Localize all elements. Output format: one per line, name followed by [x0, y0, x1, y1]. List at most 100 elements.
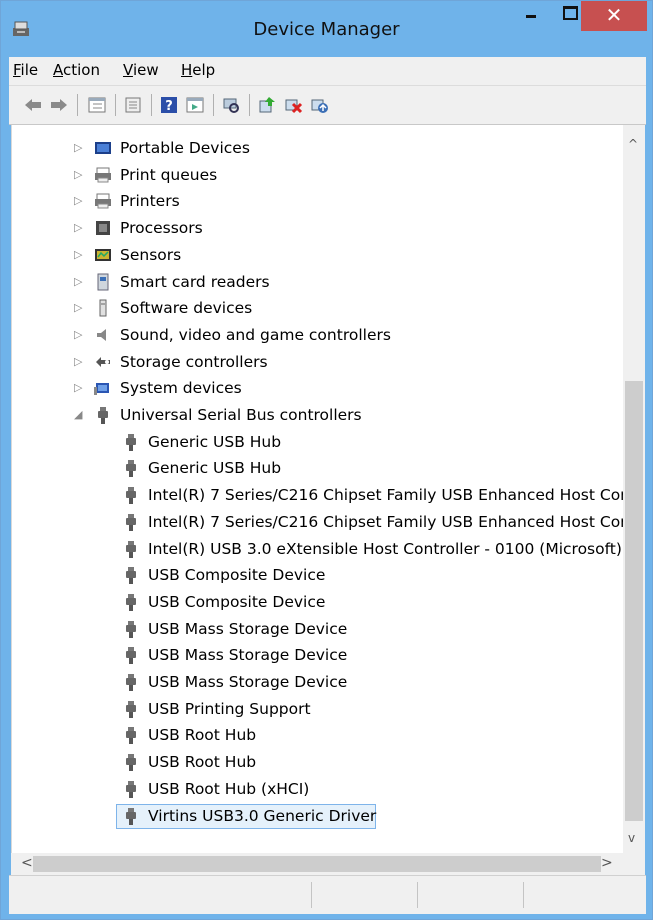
status-separator: [417, 882, 418, 908]
tree-category-item[interactable]: ▷ Printers: [12, 188, 624, 214]
tree-device-item[interactable]: USB Composite Device: [12, 562, 624, 588]
printer-icon: [95, 167, 111, 183]
show-hidden-icon[interactable]: [185, 96, 205, 114]
tree-category-item[interactable]: ▷ Smart card readers: [12, 269, 624, 295]
update-driver-icon[interactable]: [257, 96, 277, 114]
tree-device-item[interactable]: USB Root Hub: [12, 722, 624, 748]
scroll-up-arrow[interactable]: ^: [628, 137, 638, 151]
tree-item-label: USB Mass Storage Device: [148, 619, 348, 638]
tree-category-item[interactable]: ▷ Print queues: [12, 162, 624, 188]
back-icon[interactable]: [23, 96, 43, 114]
tree-item-label: Generic USB Hub: [148, 459, 282, 478]
collapse-arrow-icon[interactable]: ◢: [74, 402, 86, 428]
tree-item-label: Generic USB Hub: [148, 432, 282, 451]
expand-arrow-icon[interactable]: ▷: [74, 215, 86, 241]
usb-icon: [126, 487, 136, 505]
expand-arrow-icon[interactable]: ▷: [74, 242, 86, 268]
tree-item-label: Printers: [120, 192, 180, 211]
tree-item-label: USB Root Hub (xHCI): [148, 779, 310, 798]
expand-arrow-icon[interactable]: ▷: [74, 188, 86, 214]
scan-hardware-icon[interactable]: [221, 96, 241, 114]
smart-card-icon: [97, 273, 109, 290]
status-separator: [311, 882, 312, 908]
tree-category-item[interactable]: ▷ System devices: [12, 375, 624, 401]
vertical-scroll-thumb[interactable]: [625, 381, 643, 821]
tree-device-item[interactable]: Generic USB Hub: [12, 455, 624, 481]
help-icon[interactable]: ?: [159, 96, 179, 114]
usb-icon: [126, 540, 136, 558]
portable-devices-icon: [95, 142, 111, 154]
tree-device-item[interactable]: USB Printing Support: [12, 696, 624, 722]
tree-item-label: Portable Devices: [120, 139, 250, 157]
expand-arrow-icon[interactable]: ▷: [74, 349, 86, 375]
tree-item-label: Smart card readers: [120, 272, 270, 291]
tree-category-item[interactable]: ▷ Storage controllers: [12, 349, 624, 375]
horizontal-scrollbar[interactable]: < >: [11, 853, 623, 875]
toolbar-separator: [151, 94, 152, 116]
storage-controller-icon: [96, 356, 110, 367]
close-icon: ✕: [605, 3, 623, 27]
device-tree[interactable]: ▷ Portable Devices ▷ Print queues ▷ Printers ▷…: [11, 125, 624, 853]
title-bar[interactable]: Device Manager ✕: [1, 1, 652, 57]
tree-category-item[interactable]: ▷ Portable Devices: [12, 135, 624, 161]
menu-view[interactable]: View: [123, 61, 159, 79]
uninstall-icon[interactable]: [283, 96, 303, 114]
properties-grid-icon[interactable]: [87, 96, 107, 114]
tree-category-item[interactable]: ▷ Software devices: [12, 295, 624, 321]
tree-category-item[interactable]: ◢ Universal Serial Bus controllers: [12, 402, 624, 428]
horizontal-scroll-thumb[interactable]: [33, 856, 601, 872]
tree-device-item[interactable]: USB Composite Device: [12, 589, 624, 615]
expand-arrow-icon[interactable]: ▷: [74, 375, 86, 401]
tree-category-item[interactable]: ▷ Sound, video and game controllers: [12, 322, 624, 348]
tree-category-item[interactable]: ▷ Sensors: [12, 242, 624, 268]
tree-device-item[interactable]: Intel(R) USB 3.0 eXtensible Host Control…: [12, 536, 624, 562]
expand-arrow-icon[interactable]: ▷: [74, 295, 86, 321]
usb-icon: [126, 754, 136, 772]
tree-item-label: USB Root Hub: [148, 753, 257, 772]
scroll-right-arrow[interactable]: >: [601, 855, 613, 871]
enable-device-icon[interactable]: [309, 96, 329, 114]
usb-icon: [126, 460, 136, 478]
usb-icon: [126, 620, 136, 638]
menu-action[interactable]: Action: [53, 61, 100, 79]
expand-arrow-icon[interactable]: ▷: [74, 135, 86, 161]
usb-icon: [126, 647, 136, 665]
usb-icon: [126, 674, 136, 691]
tree-device-item[interactable]: Virtins USB3.0 Generic Driver: [12, 803, 624, 829]
expand-arrow-icon[interactable]: ▷: [74, 269, 86, 295]
tree-device-item[interactable]: USB Root Hub (xHCI): [12, 776, 624, 802]
expand-arrow-icon[interactable]: ▷: [74, 322, 86, 348]
toolbar-separator: [213, 94, 214, 116]
minimize-button[interactable]: [514, 1, 548, 31]
close-button[interactable]: ✕: [581, 1, 647, 31]
tree-device-item[interactable]: USB Root Hub: [12, 749, 624, 775]
tree-item-label: USB Mass Storage Device: [148, 673, 348, 691]
tree-item-label: Universal Serial Bus controllers: [120, 406, 362, 424]
usb-icon: [126, 433, 136, 451]
usb-icon: [126, 513, 136, 531]
scroll-left-arrow[interactable]: <: [21, 855, 33, 871]
toolbar-separator: [249, 94, 250, 116]
menu-help[interactable]: Help: [181, 61, 215, 79]
expand-arrow-icon[interactable]: ▷: [74, 162, 86, 188]
tree-device-item[interactable]: USB Mass Storage Device: [12, 642, 624, 668]
tree-item-label: Software devices: [120, 299, 253, 318]
scroll-down-arrow[interactable]: v: [628, 831, 635, 845]
menu-bar: File Action View Help: [9, 57, 646, 86]
menu-file[interactable]: File: [13, 61, 38, 79]
vertical-scrollbar[interactable]: ^ v: [623, 125, 645, 853]
tree-device-item[interactable]: Intel(R) 7 Series/C216 Chipset Family US…: [12, 509, 624, 535]
software-device-icon: [99, 299, 107, 317]
tree-item-label: Virtins USB3.0 Generic Driver: [148, 806, 377, 825]
tree-category-item[interactable]: ▷ Processors: [12, 215, 624, 241]
tree-item-label: USB Printing Support: [148, 699, 311, 718]
tree-device-item[interactable]: Generic USB Hub: [12, 429, 624, 455]
usb-icon: [126, 727, 136, 745]
tree-device-item[interactable]: USB Mass Storage Device: [12, 616, 624, 642]
toolbar-separator: [77, 94, 78, 116]
forward-icon[interactable]: [49, 96, 69, 114]
system-device-icon: [94, 383, 109, 396]
tree-device-item[interactable]: USB Mass Storage Device: [12, 669, 624, 695]
tree-device-item[interactable]: Intel(R) 7 Series/C216 Chipset Family US…: [12, 482, 624, 508]
update-view-icon[interactable]: [123, 96, 143, 114]
